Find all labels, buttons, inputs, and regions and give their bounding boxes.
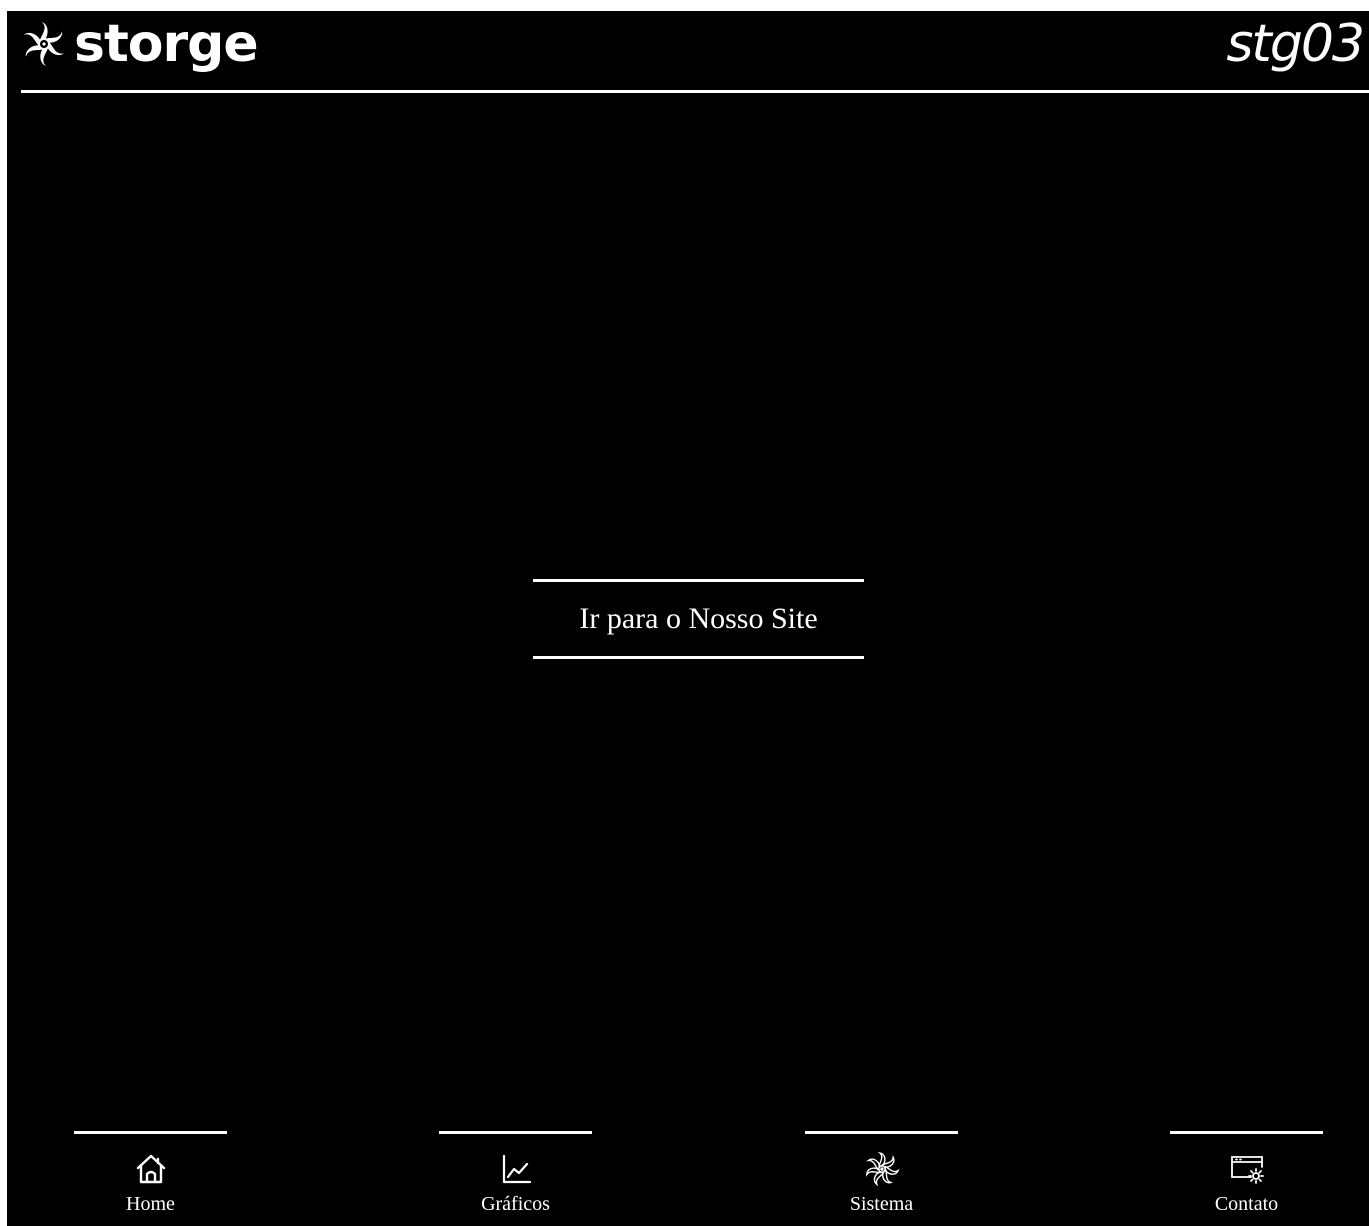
brand[interactable]: storge xyxy=(20,14,259,74)
nav-item-graficos[interactable]: Gráficos xyxy=(439,1129,592,1226)
nav-item-label: Contato xyxy=(1214,1193,1279,1215)
header-divider xyxy=(21,90,1369,93)
nav-item-sistema[interactable]: Sistema xyxy=(805,1129,958,1226)
version-label: stg03 xyxy=(1226,14,1365,74)
home-icon xyxy=(136,1154,166,1184)
nav-item-divider xyxy=(805,1131,958,1134)
window-gear-icon xyxy=(1231,1156,1264,1184)
nav-item-divider xyxy=(439,1131,592,1134)
header: storge stg03 xyxy=(7,11,1369,93)
nav-item-label: Gráficos xyxy=(481,1193,550,1215)
nav-item-contato[interactable]: Contato xyxy=(1170,1129,1323,1226)
fan-logo-icon xyxy=(23,22,65,66)
visit-site-button[interactable]: Ir para o Nosso Site xyxy=(533,579,864,659)
chart-line-icon xyxy=(502,1154,532,1184)
app-frame: storge stg03 Ir para o Nosso Site Home G… xyxy=(7,11,1369,1226)
nav-item-divider xyxy=(74,1131,227,1134)
brand-name: storge xyxy=(74,14,259,74)
fan-icon xyxy=(866,1151,900,1187)
nav-item-divider xyxy=(1170,1131,1323,1134)
bottom-nav: Home Gráficos Sistema Contato xyxy=(7,1129,1369,1226)
nav-item-label: Home xyxy=(126,1193,175,1215)
nav-item-home[interactable]: Home xyxy=(74,1129,227,1226)
nav-item-label: Sistema xyxy=(849,1193,914,1215)
